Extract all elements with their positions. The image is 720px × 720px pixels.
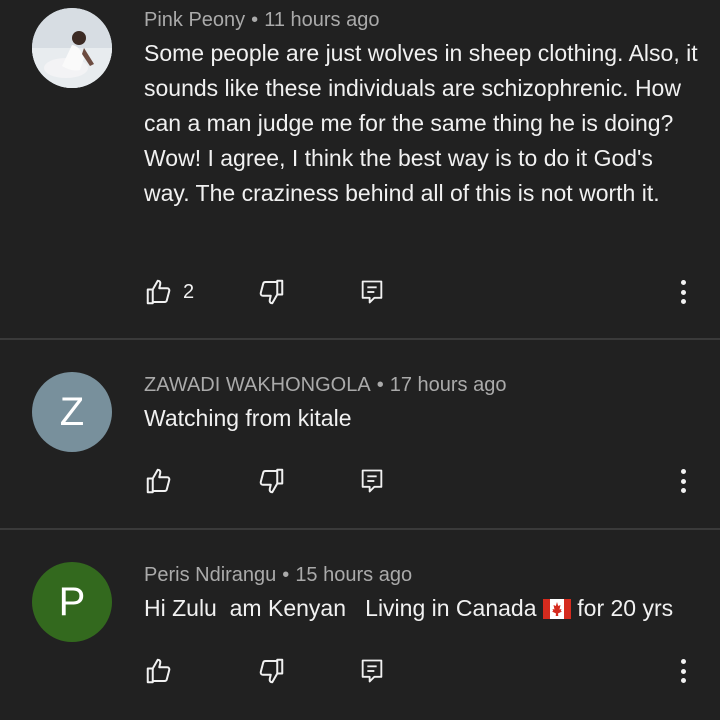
dislike-icon [259, 279, 284, 305]
comment-meta: Pink Peony • 11 hours ago [144, 9, 379, 32]
comment-actions [144, 653, 704, 689]
comment-text: Some people are just wolves in sheep clo… [144, 40, 698, 206]
author-name[interactable]: Peris Ndirangu [144, 564, 276, 586]
more-options-icon [680, 280, 686, 285]
avatar[interactable]: Z [32, 372, 112, 452]
comment-3: P Peris Ndirangu • 15 hours ago Hi Zulu am… [0, 530, 720, 720]
like-icon [146, 279, 171, 305]
author-name[interactable]: ZAWADI WAKHONGOLA [144, 374, 371, 396]
dislike-button[interactable] [256, 463, 286, 499]
like-icon [146, 468, 171, 494]
separator: • [251, 9, 259, 31]
reply-icon [361, 280, 383, 304]
comment-meta: ZAWADI WAKHONGOLA • 17 hours ago [144, 374, 506, 397]
more-options-button[interactable] [668, 276, 698, 308]
comment-actions: 2 [144, 274, 704, 310]
author-name[interactable]: Pink Peony [144, 9, 245, 31]
comment-2: Z ZAWADI WAKHONGOLA • 17 hours ago Watchin… [0, 340, 720, 530]
reply-icon [361, 659, 383, 683]
dislike-button[interactable] [256, 274, 286, 310]
like-icon [146, 658, 171, 684]
like-count: 2 [183, 280, 195, 303]
comment-text: Hi Zulu am Kenyan Living in Canada for 2… [144, 591, 704, 626]
comment-text-part: Hi Zulu am Kenyan Living in Canada [144, 595, 543, 621]
reply-button[interactable] [358, 653, 386, 689]
separator: • [376, 374, 384, 396]
reply-icon [361, 469, 383, 493]
comment-text: Watching from kitale [144, 405, 352, 431]
reply-button[interactable] [358, 274, 386, 310]
dislike-button[interactable] [256, 653, 286, 689]
more-options-button[interactable] [668, 655, 698, 687]
avatar-letter: P [58, 579, 86, 624]
comment-text-part: for 20 yrs [570, 595, 674, 621]
comment-actions [144, 463, 704, 499]
canada-flag-icon [542, 599, 571, 619]
like-button[interactable] [144, 463, 174, 499]
timestamp[interactable]: 11 hours ago [264, 9, 379, 31]
timestamp[interactable]: 15 hours ago [295, 564, 412, 586]
dislike-icon [259, 658, 284, 684]
like-button[interactable] [144, 653, 174, 689]
comment-1: Pink Peony • 11 hours ago Some people are … [0, 0, 720, 340]
avatar-letter: Z [59, 389, 85, 434]
reply-button[interactable] [358, 463, 386, 499]
avatar-photo [32, 8, 112, 88]
timestamp[interactable]: 17 hours ago [390, 374, 507, 396]
dislike-icon [259, 468, 284, 494]
comment-meta: Peris Ndirangu • 15 hours ago [144, 564, 412, 587]
more-options-button[interactable] [668, 465, 698, 497]
more-options-icon [680, 469, 686, 474]
more-options-icon [680, 659, 686, 664]
separator: • [282, 564, 290, 586]
like-button[interactable]: 2 [144, 274, 194, 310]
avatar[interactable]: P [32, 562, 112, 642]
avatar[interactable] [32, 8, 112, 88]
